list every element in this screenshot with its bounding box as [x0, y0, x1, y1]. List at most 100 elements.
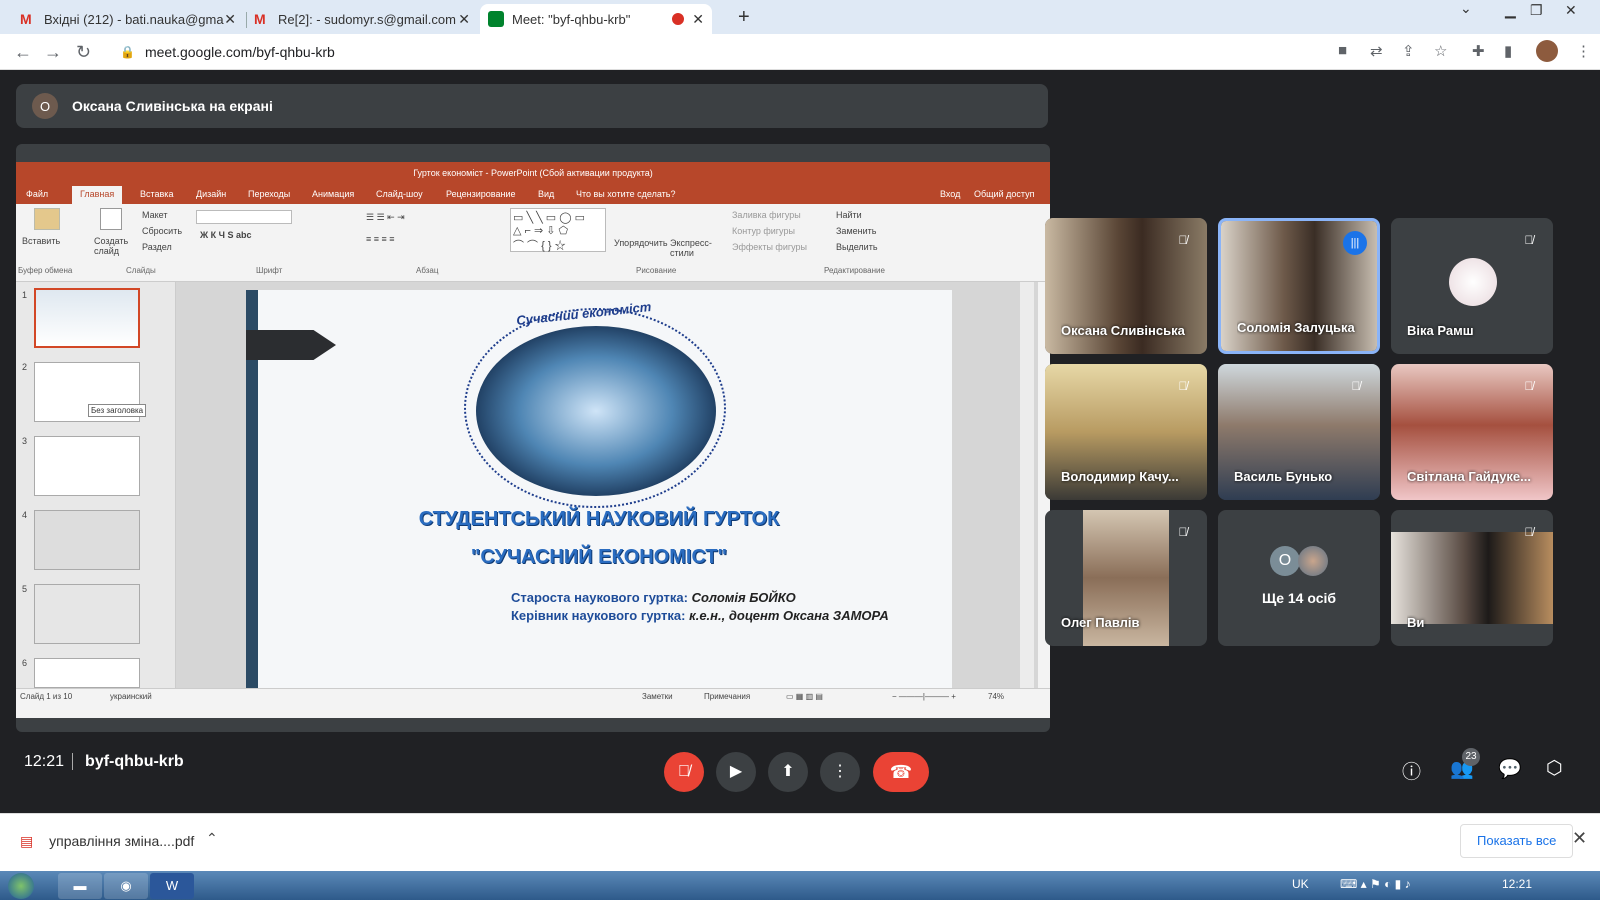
slide-thumbnail-3[interactable] [34, 436, 140, 496]
participant-tile[interactable]: 🎙̸ Світлана Гайдуке... [1391, 364, 1553, 500]
tray-icons[interactable]: ⌨ ▴ ⚑ ◐ ▮ ♪ [1340, 877, 1411, 891]
notes-button[interactable]: Заметки [642, 692, 673, 701]
close-window-button[interactable]: ✕ [1565, 2, 1577, 19]
browser-menu-icon[interactable]: ⋮ [1576, 42, 1591, 60]
start-button[interactable] [8, 873, 34, 899]
quick-styles-button[interactable]: Экспресс-стили [670, 238, 712, 258]
menu-file[interactable]: Файл [26, 189, 48, 199]
shape-fill-button[interactable]: Заливка фигуры [732, 210, 801, 220]
chevron-up-icon[interactable]: ⌃ [206, 830, 218, 847]
language-indicator[interactable]: UK [1292, 877, 1309, 891]
slide-thumbnail-5[interactable] [34, 584, 140, 644]
new-slide-icon[interactable] [100, 208, 122, 230]
menu-review[interactable]: Рецензирование [446, 189, 516, 199]
share-link[interactable]: Общий доступ [974, 189, 1034, 199]
chat-icon[interactable]: 💬 [1498, 757, 1522, 781]
people-count-badge: 23 [1462, 748, 1480, 766]
participant-tile[interactable]: 🎙̸ Василь Бунько [1218, 364, 1380, 500]
arrange-button[interactable]: Упорядочить [614, 238, 668, 248]
participant-tile[interactable]: 🎙̸ Віка Рамш [1391, 218, 1553, 354]
share-icon[interactable]: ⇪ [1402, 42, 1415, 60]
taskbar-clock[interactable]: 12:21 [1502, 877, 1532, 891]
new-slide-button[interactable]: Создать слайд [94, 236, 134, 256]
participant-name: Віка Рамш [1407, 323, 1474, 338]
section-button[interactable]: Раздел [142, 242, 172, 252]
replace-button[interactable]: Заменить [836, 226, 876, 236]
layout-button[interactable]: Макет [142, 210, 167, 220]
minimize-button[interactable]: ▁ [1505, 2, 1516, 19]
bookmark-star-icon[interactable]: ☆ [1434, 42, 1447, 60]
close-tab-icon[interactable]: ✕ [692, 11, 704, 28]
show-all-button[interactable]: Показать все [1460, 824, 1574, 858]
align-icon[interactable]: ≡ ≡ ≡ ≡ [366, 234, 395, 244]
slide-thumbnail-6[interactable] [34, 658, 140, 688]
more-options-button[interactable]: ⋮ [820, 752, 860, 792]
thumb-number: 3 [22, 436, 28, 446]
translate-icon[interactable]: ⇄ [1370, 42, 1383, 60]
close-icon[interactable]: ✕ [1572, 828, 1587, 849]
menu-insert[interactable]: Вставка [140, 189, 173, 199]
activities-icon[interactable]: ⬡ [1546, 757, 1563, 780]
forward-icon[interactable]: → [44, 42, 62, 63]
paragraph-list-icon[interactable]: ☰ ☰ ⇤ ⇥ [366, 212, 405, 223]
participant-tile-speaking[interactable]: ||| Соломія Залуцька [1218, 218, 1380, 354]
meeting-info-icon[interactable]: ⓘ [1402, 757, 1421, 784]
menu-home[interactable]: Главная [72, 186, 123, 204]
shape-outline-button[interactable]: Контур фигуры [732, 226, 795, 236]
browser-tab-bar: M Вхідні (212) - bati.nauka@gmail.c ✕ M … [0, 0, 1600, 34]
reset-button[interactable]: Сбросить [142, 226, 182, 236]
group-font: Шрифт [256, 266, 283, 275]
menu-slideshow[interactable]: Слайд-шоу [376, 189, 423, 199]
menu-view[interactable]: Вид [538, 189, 554, 199]
paste-icon[interactable] [34, 208, 60, 230]
back-icon[interactable]: ← [14, 42, 32, 63]
url-field[interactable]: 🔒 meet.google.com/byf-qhbu-krb [110, 38, 1340, 66]
close-tab-icon[interactable]: ✕ [224, 11, 236, 28]
more-participants-tile[interactable]: О Ще 14 осіб [1218, 510, 1380, 646]
shapes-gallery[interactable]: ▭ ╲ ╲ ▭ ◯ ▭ △ ⌐ ⇒ ⇩ ⬠ ⌒ ⌒ { } ☆ [510, 208, 606, 252]
font-style-buttons[interactable]: Ж К Ч S abc [200, 230, 251, 240]
font-name-field[interactable] [196, 210, 292, 224]
participant-tile[interactable]: 🎙̸ Олег Павлів [1045, 510, 1207, 646]
slide-thumbnail-1[interactable] [34, 288, 140, 348]
word-icon[interactable]: W [150, 873, 194, 899]
menu-transitions[interactable]: Переходы [248, 189, 290, 199]
menu-design[interactable]: Дизайн [196, 189, 226, 199]
view-buttons[interactable]: ▭ ▦ ▥ ▤ [786, 692, 823, 701]
slide-thumbnail-4[interactable] [34, 510, 140, 570]
mic-off-button[interactable]: 🎙̸ [664, 752, 704, 792]
side-panel-icon[interactable]: ▮ [1504, 42, 1512, 60]
profile-avatar[interactable] [1536, 40, 1558, 62]
tell-me-search[interactable]: Что вы хотите сделать? [576, 189, 676, 199]
shape-effects-button[interactable]: Эффекты фигуры [732, 242, 807, 252]
chrome-icon[interactable]: ◉ [104, 873, 148, 899]
tab-gmail-inbox[interactable]: M Вхідні (212) - bati.nauka@gmail.c ✕ [12, 4, 244, 34]
select-button[interactable]: Выделить [836, 242, 878, 252]
tab-gmail-re[interactable]: M Re[2]: - sudomyr.s@gmail.com - ✕ [246, 4, 478, 34]
slide-scrollbar[interactable] [1020, 282, 1034, 688]
participant-avatar [1449, 258, 1497, 306]
participant-tile[interactable]: 🎙̸ Оксана Сливінська [1045, 218, 1207, 354]
extensions-icon[interactable]: ✚ [1472, 42, 1485, 60]
tab-title: Вхідні (212) - bati.nauka@gmail.c [44, 11, 224, 27]
present-button[interactable]: ⬆ [768, 752, 808, 792]
tab-search-icon[interactable]: ⌄ [1460, 0, 1472, 17]
close-tab-icon[interactable]: ✕ [458, 11, 470, 28]
camera-button[interactable]: ▶ [716, 752, 756, 792]
camera-icon[interactable]: ■ [1338, 42, 1347, 59]
signin-link[interactable]: Вход [940, 189, 960, 199]
reload-icon[interactable]: ↻ [76, 42, 91, 63]
find-button[interactable]: Найти [836, 210, 862, 220]
explorer-icon[interactable]: ▬ [58, 873, 102, 899]
zoom-slider[interactable]: − ———|——— + [892, 692, 956, 701]
restore-button[interactable]: ❐ [1530, 2, 1543, 19]
comments-button[interactable]: Примечания [704, 692, 750, 701]
tab-meet[interactable]: Meet: "byf-qhbu-krb" ✕ [480, 4, 712, 34]
leave-call-button[interactable]: ☎ [873, 752, 929, 792]
new-tab-button[interactable]: + [738, 6, 750, 29]
participant-tile[interactable]: 🎙̸ Володимир Качу... [1045, 364, 1207, 500]
download-item[interactable]: ▤ управління зміна....pdf [20, 833, 194, 850]
self-tile[interactable]: 🎙̸ Ви [1391, 510, 1553, 646]
paste-button[interactable]: Вставить [22, 236, 60, 246]
menu-animation[interactable]: Анимация [312, 189, 354, 199]
